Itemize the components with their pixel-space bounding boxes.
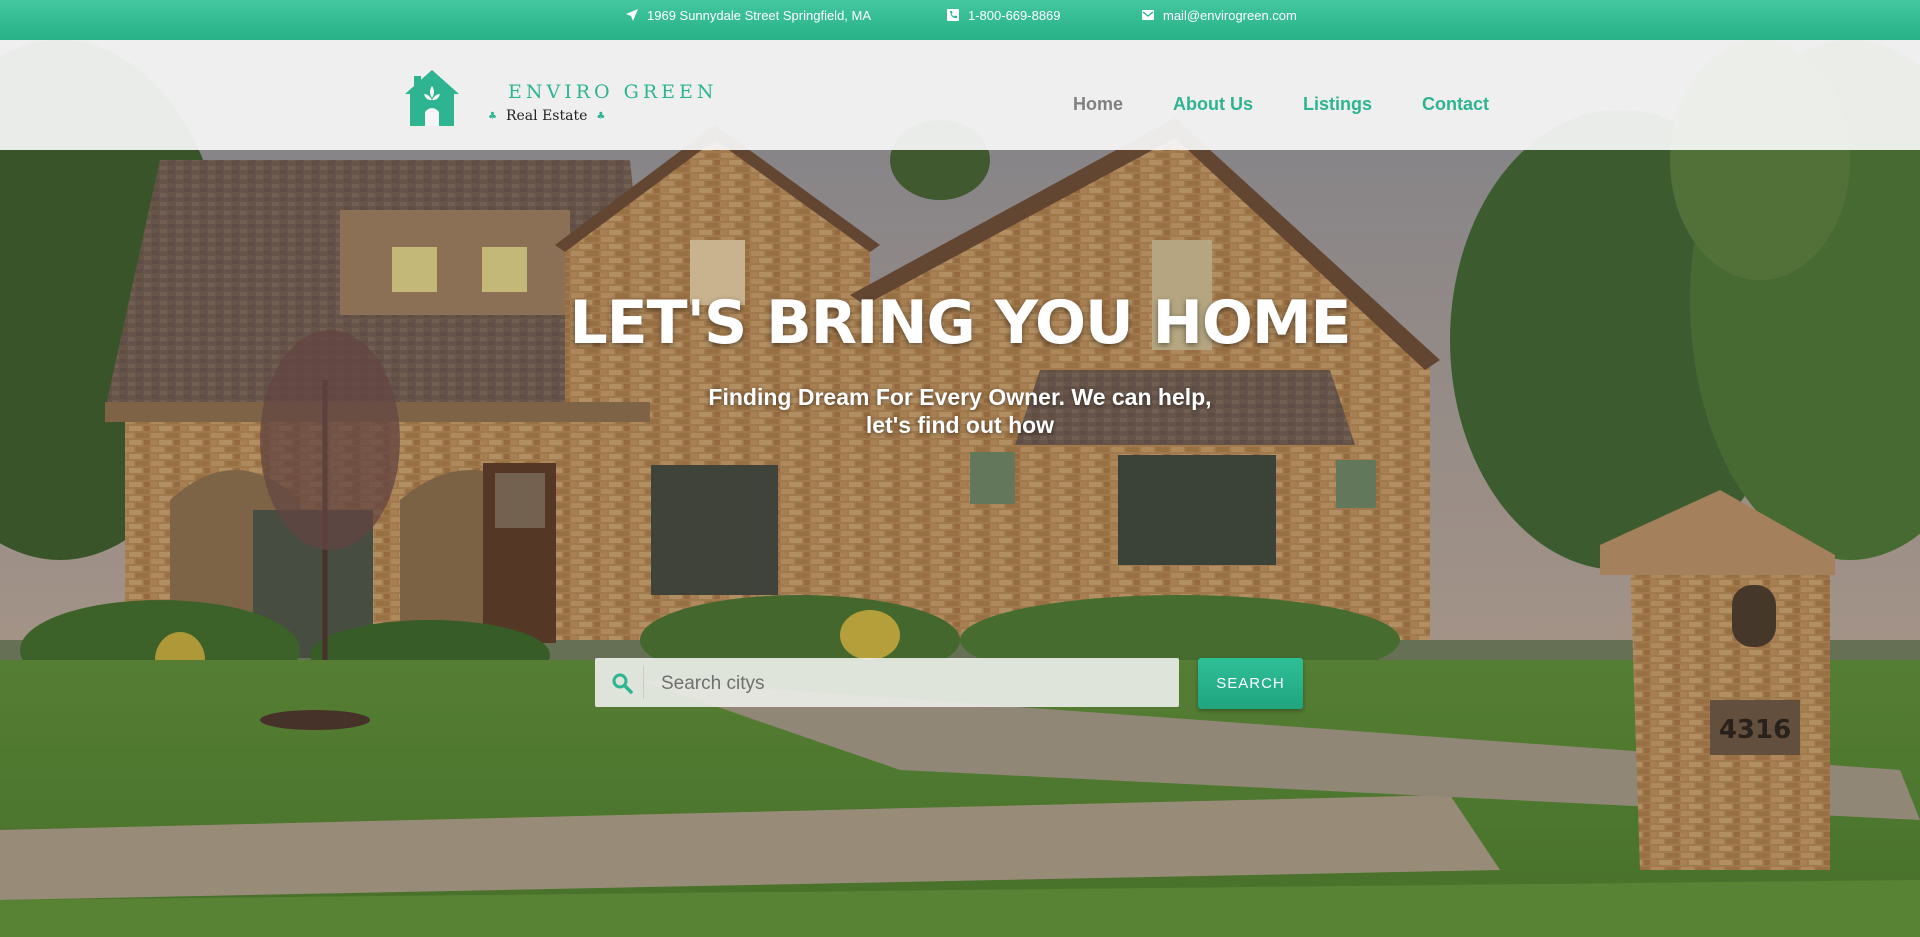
- search-icon: [612, 673, 633, 694]
- hero-subline: Finding Dream For Every Owner. We can he…: [0, 383, 1920, 439]
- leaf-icon: ♣: [596, 110, 606, 122]
- search-button[interactable]: SEARCH: [1198, 658, 1303, 709]
- contact-email[interactable]: mail@envirogreen.com: [1141, 0, 1297, 30]
- search-input[interactable]: [659, 658, 1163, 709]
- phone-icon: [947, 9, 959, 21]
- logo-brand-text: ENVIRO GREEN: [508, 81, 718, 103]
- logo-subtitle: ♣ Real Estate ♣: [488, 108, 605, 124]
- hero-subline-1: Finding Dream For Every Owner. We can he…: [708, 384, 1212, 410]
- hero-subline-2: let's find out how: [865, 412, 1055, 438]
- hero-headline: LET'S BRING YOU HOME: [569, 288, 1351, 358]
- house-photo: 4316: [0, 40, 1920, 937]
- city-search-box: [595, 658, 1179, 709]
- nav-contact[interactable]: Contact: [1422, 94, 1489, 115]
- leaf-icon: ♣: [488, 110, 497, 122]
- logo-subtitle-text: Real Estate: [505, 108, 588, 124]
- phone-text: 1-800-669-8869: [968, 7, 1061, 23]
- house-leaf-logo-icon: [405, 70, 459, 126]
- contact-phone[interactable]: 1-800-669-8869: [946, 0, 1061, 30]
- address-text: 1969 Sunnydale Street Springfield, MA: [647, 7, 872, 23]
- email-text: mail@envirogreen.com: [1163, 7, 1297, 23]
- envelope-icon: [1142, 10, 1154, 20]
- main-nav: Home About Us Listings Contact: [1073, 94, 1539, 115]
- nav-about-us[interactable]: About Us: [1173, 94, 1253, 115]
- hero-background: 4316: [0, 40, 1920, 937]
- site-header: ENVIRO GREEN ♣ Real Estate ♣ Home About …: [0, 40, 1920, 150]
- top-contact-bar: 1969 Sunnydale Street Springfield, MA 1-…: [0, 0, 1920, 40]
- location-arrow-icon: [626, 9, 638, 21]
- nav-listings[interactable]: Listings: [1303, 94, 1372, 115]
- contact-address: 1969 Sunnydale Street Springfield, MA: [625, 0, 871, 30]
- nav-home[interactable]: Home: [1073, 94, 1123, 115]
- search-divider: [643, 666, 644, 699]
- site-logo[interactable]: ENVIRO GREEN ♣ Real Estate ♣: [404, 68, 714, 130]
